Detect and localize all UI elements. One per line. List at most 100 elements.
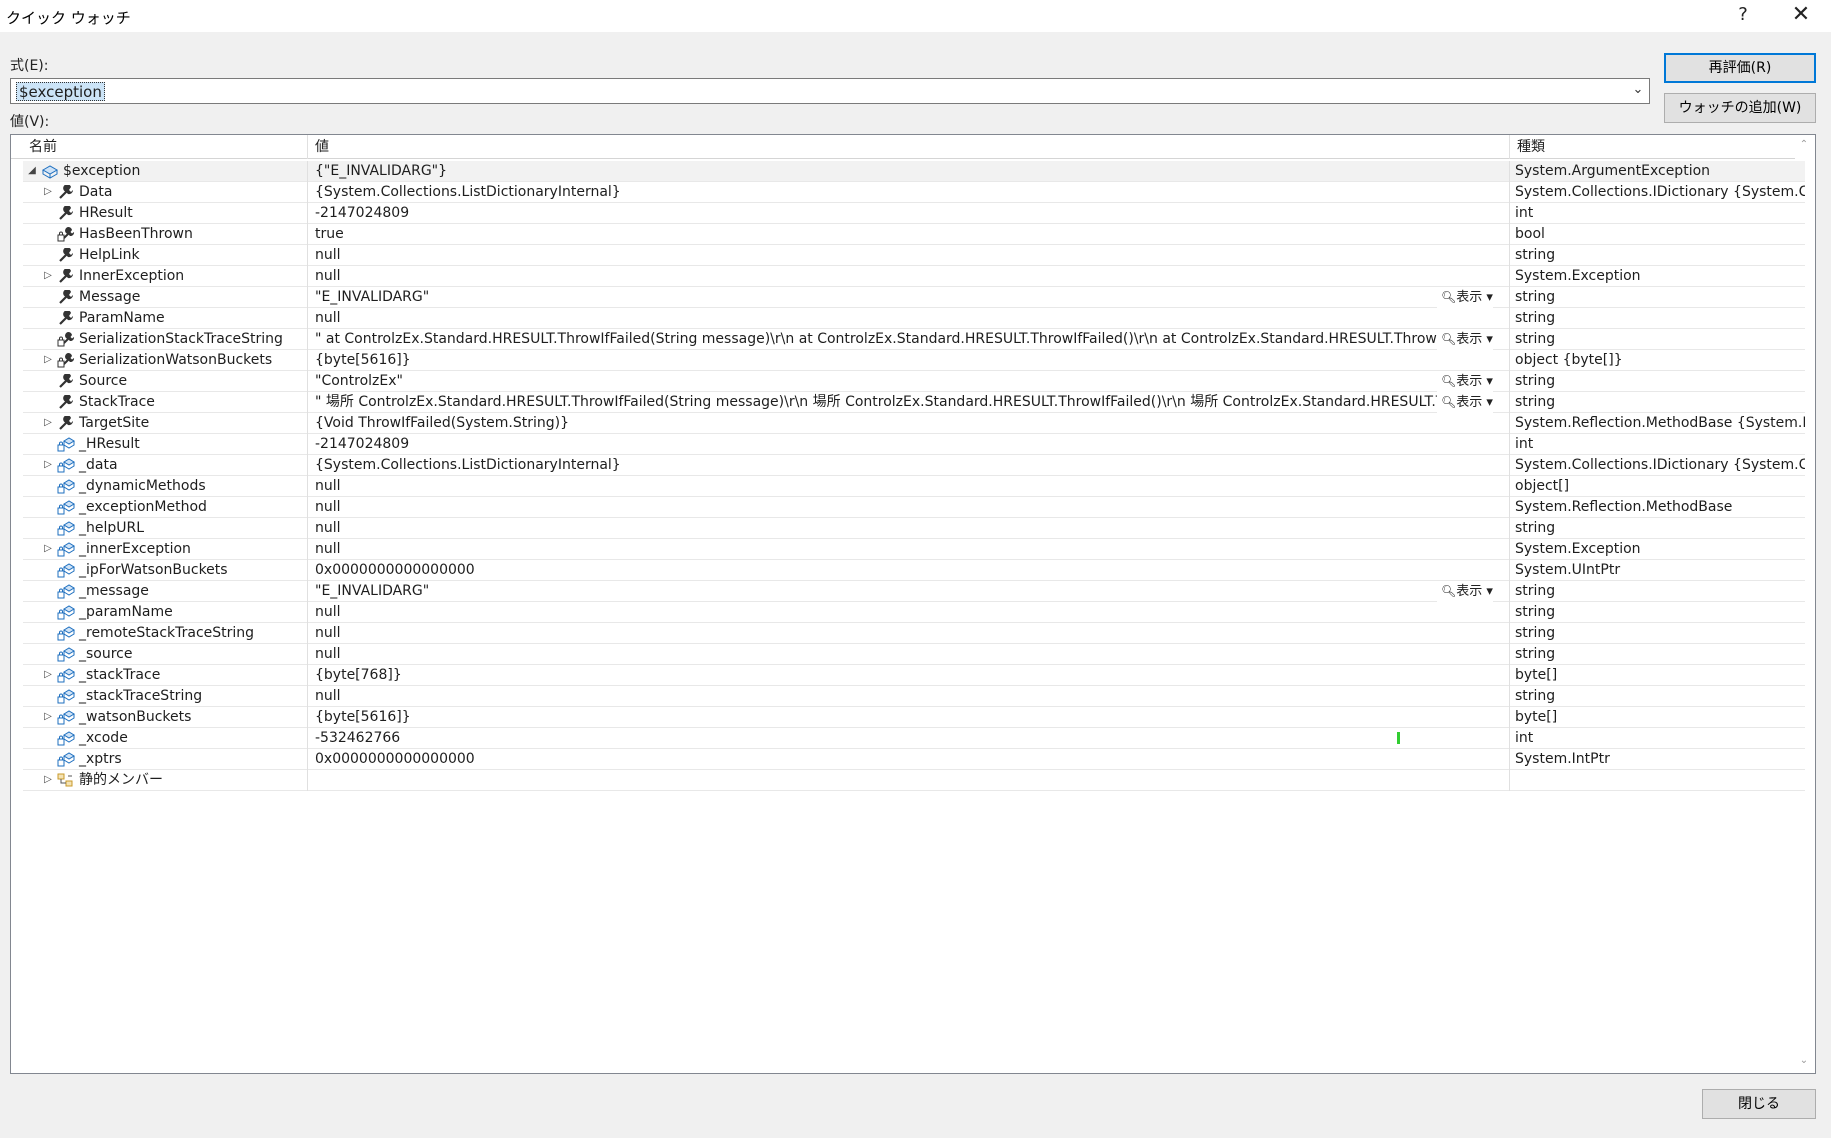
value-cell[interactable]: {System.Collections.ListDictionaryIntern… xyxy=(309,455,1509,476)
table-row[interactable]: _stackTraceString null string xyxy=(23,686,1805,707)
value-cell[interactable]: null xyxy=(309,644,1509,665)
table-row[interactable]: _helpURL null string xyxy=(23,518,1805,539)
value-cell[interactable]: {System.Collections.ListDictionaryIntern… xyxy=(309,182,1509,203)
value-cell[interactable]: null xyxy=(309,539,1509,560)
help-button[interactable]: ? xyxy=(1718,0,1768,32)
value-cell[interactable]: 0x0000000000000000 xyxy=(309,749,1509,770)
value-cell[interactable]: "ControlzEx" xyxy=(309,371,1509,392)
expression-combobox[interactable]: $exception ⌄ xyxy=(10,78,1650,104)
table-row[interactable]: SerializationStackTraceString " at Contro… xyxy=(23,329,1805,350)
value-cell[interactable]: null xyxy=(309,623,1509,644)
expand-arrow-icon[interactable]: ▷ xyxy=(41,770,55,791)
column-divider xyxy=(1509,560,1510,581)
column-separator[interactable] xyxy=(1509,135,1510,159)
expand-arrow-icon[interactable]: ▷ xyxy=(41,182,55,203)
table-row[interactable]: HasBeenThrown true bool xyxy=(23,224,1805,245)
value-cell[interactable]: -532462766 xyxy=(309,728,1509,749)
value-cell[interactable]: "E_INVALIDARG" xyxy=(309,287,1509,308)
value-cell[interactable]: null xyxy=(309,266,1509,287)
value-cell[interactable]: null xyxy=(309,476,1509,497)
table-row[interactable]: _HResult -2147024809 int xyxy=(23,434,1805,455)
expand-arrow-icon[interactable]: ▷ xyxy=(41,707,55,728)
column-divider xyxy=(307,770,308,791)
visualizer-button[interactable]: 🔍︎表示 ▾ xyxy=(1437,581,1493,602)
header-name[interactable]: 名前 xyxy=(23,135,303,159)
value-cell[interactable]: {Void ThrowIfFailed(System.String)} xyxy=(309,413,1509,434)
table-row[interactable]: _exceptionMethod null System.Reflection.Me… xyxy=(23,497,1805,518)
chevron-down-icon[interactable]: ⌄ xyxy=(1627,79,1649,103)
expand-arrow-icon[interactable]: ▷ xyxy=(41,413,55,434)
table-row[interactable]: ▷ InnerException null System.Exception xyxy=(23,266,1805,287)
table-row[interactable]: _xptrs 0x0000000000000000 System.IntPtr xyxy=(23,749,1805,770)
expand-arrow-icon[interactable]: ▷ xyxy=(41,665,55,686)
table-row[interactable]: _dynamicMethods null object[] xyxy=(23,476,1805,497)
dropdown-arrow-icon[interactable]: ▾ xyxy=(1482,290,1493,305)
dropdown-arrow-icon[interactable]: ▾ xyxy=(1482,395,1493,410)
value-cell[interactable]: -2147024809 xyxy=(309,203,1509,224)
column-divider xyxy=(1509,686,1510,707)
table-row[interactable]: ▷ TargetSite {Void ThrowIfFailed(System.St… xyxy=(23,413,1805,434)
table-row[interactable]: HelpLink null string xyxy=(23,245,1805,266)
dropdown-arrow-icon[interactable]: ▾ xyxy=(1482,374,1493,389)
table-row[interactable]: _source null string xyxy=(23,644,1805,665)
value-cell[interactable]: null xyxy=(309,308,1509,329)
expand-arrow-icon[interactable]: ▷ xyxy=(41,350,55,371)
expression-input[interactable]: $exception xyxy=(16,82,105,101)
table-row[interactable]: Source "ControlzEx" 🔍︎表示 ▾ string xyxy=(23,371,1805,392)
table-row[interactable]: ▷ _data {System.Collections.ListDictionary… xyxy=(23,455,1805,476)
value-cell[interactable]: " 場所 ControlzEx.Standard.HRESULT.ThrowIf… xyxy=(309,392,1509,413)
visualizer-button[interactable]: 🔍︎表示 ▾ xyxy=(1437,392,1493,413)
value-cell[interactable]: true xyxy=(309,224,1509,245)
add-watch-button[interactable]: ウォッチの追加(W) xyxy=(1664,93,1816,123)
table-row[interactable]: _remoteStackTraceString null string xyxy=(23,623,1805,644)
value-cell[interactable]: {byte[5616]} xyxy=(309,707,1509,728)
value-cell[interactable]: null xyxy=(309,686,1509,707)
close-window-button[interactable]: ✕ xyxy=(1776,0,1826,32)
table-row[interactable]: ▷ 静的メンバー xyxy=(23,770,1805,791)
visualizer-button[interactable]: 🔍︎表示 ▾ xyxy=(1437,371,1493,392)
expand-arrow-icon[interactable]: ▷ xyxy=(41,539,55,560)
reevaluate-button[interactable]: 再評価(R) xyxy=(1664,53,1816,83)
table-row[interactable]: ▷ _stackTrace {byte[768]} byte[] xyxy=(23,665,1805,686)
value-cell[interactable]: {byte[5616]} xyxy=(309,350,1509,371)
value-cell[interactable]: {byte[768]} xyxy=(309,665,1509,686)
value-cell[interactable]: {"E_INVALIDARG"} xyxy=(309,161,1509,182)
value-cell[interactable]: null xyxy=(309,245,1509,266)
header-type[interactable]: 種類 xyxy=(1511,135,1791,159)
value-cell[interactable]: 0x0000000000000000 xyxy=(309,560,1509,581)
expand-arrow-icon[interactable]: ▷ xyxy=(41,455,55,476)
expand-arrow-icon[interactable]: ▷ xyxy=(41,266,55,287)
collapse-arrow-icon[interactable]: ◢ xyxy=(25,161,39,182)
watch-grid[interactable]: 名前 値 種類 ◢ $exception {"E_INVALIDARG"} Syste… xyxy=(10,134,1816,1074)
header-value[interactable]: 値 xyxy=(309,135,1489,159)
table-row[interactable]: _ipForWatsonBuckets 0x0000000000000000 Sys… xyxy=(23,560,1805,581)
value-cell[interactable]: null xyxy=(309,518,1509,539)
table-row[interactable]: HResult -2147024809 int xyxy=(23,203,1805,224)
visualizer-button[interactable]: 🔍︎表示 ▾ xyxy=(1437,287,1493,308)
column-separator[interactable] xyxy=(307,135,308,159)
dropdown-arrow-icon[interactable]: ▾ xyxy=(1482,584,1493,599)
table-row[interactable]: Message "E_INVALIDARG" 🔍︎表示 ▾ string xyxy=(23,287,1805,308)
table-row[interactable]: ParamName null string xyxy=(23,308,1805,329)
table-row[interactable]: ◢ $exception {"E_INVALIDARG"} System.Argume… xyxy=(23,161,1805,182)
table-row[interactable]: StackTrace " 場所 ControlzEx.Standard.HRESU… xyxy=(23,392,1805,413)
value-cell[interactable] xyxy=(309,770,1509,791)
table-row[interactable]: ▷ Data {System.Collections.ListDictionaryI… xyxy=(23,182,1805,203)
table-row[interactable]: ▷ SerializationWatsonBuckets {byte[5616]} o… xyxy=(23,350,1805,371)
scroll-up-icon[interactable]: ⌃ xyxy=(1797,139,1811,153)
dropdown-arrow-icon[interactable]: ▾ xyxy=(1482,332,1493,347)
table-row[interactable]: _message "E_INVALIDARG" 🔍︎表示 ▾ string xyxy=(23,581,1805,602)
value-cell[interactable]: "E_INVALIDARG" xyxy=(309,581,1509,602)
table-row[interactable]: ▷ _watsonBuckets {byte[5616]} byte[] xyxy=(23,707,1805,728)
table-row[interactable]: _xcode -532462766 int xyxy=(23,728,1805,749)
close-button[interactable]: 閉じる xyxy=(1702,1089,1816,1119)
value-cell[interactable]: null xyxy=(309,497,1509,518)
value-cell[interactable]: -2147024809 xyxy=(309,434,1509,455)
visualizer-button[interactable]: 🔍︎表示 ▾ xyxy=(1437,329,1493,350)
table-row[interactable]: _paramName null string xyxy=(23,602,1805,623)
value-cell[interactable]: null xyxy=(309,602,1509,623)
scroll-down-icon[interactable]: ⌄ xyxy=(1797,1055,1811,1069)
row-name: InnerException xyxy=(79,268,185,284)
value-cell[interactable]: " at ControlzEx.Standard.HRESULT.ThrowIf… xyxy=(309,329,1509,350)
table-row[interactable]: ▷ _innerException null System.Exception xyxy=(23,539,1805,560)
